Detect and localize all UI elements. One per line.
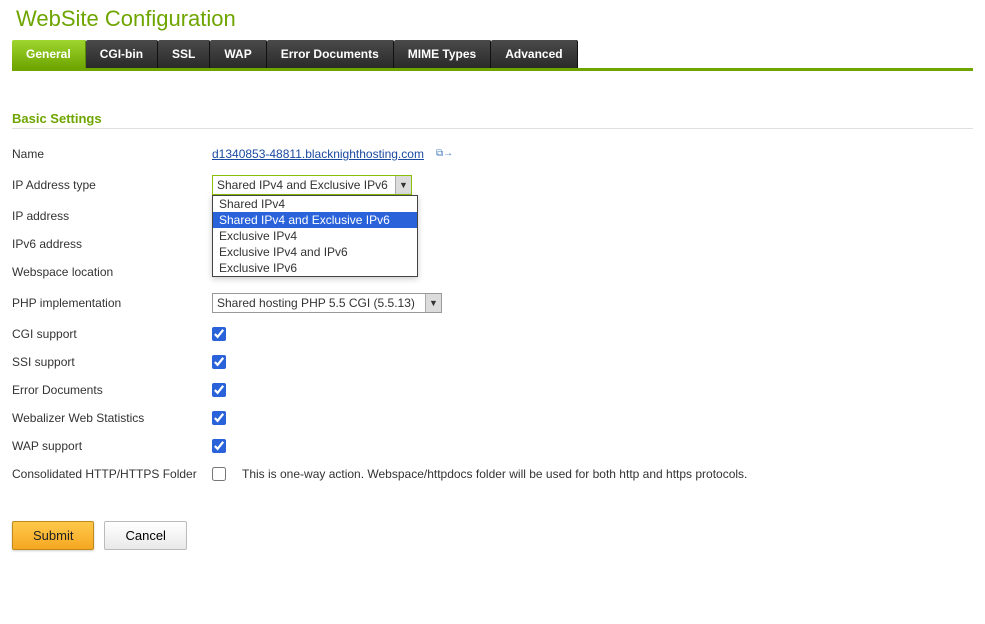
consolidated-note: This is one-way action. Webspace/httpdoc…	[242, 467, 747, 481]
label-php: PHP implementation	[12, 296, 212, 310]
chevron-down-icon: ▼	[395, 176, 411, 194]
ip-type-option[interactable]: Exclusive IPv6	[213, 260, 417, 276]
ip-type-selected: Shared IPv4 and Exclusive IPv6	[217, 178, 388, 192]
tabbar: General CGI-bin SSL WAP Error Documents …	[12, 40, 973, 71]
tab-mime-types[interactable]: MIME Types	[394, 40, 491, 68]
wap-checkbox[interactable]	[212, 439, 226, 453]
consolidated-checkbox[interactable]	[212, 467, 226, 481]
errdocs-checkbox[interactable]	[212, 383, 226, 397]
page-title: WebSite Configuration	[16, 6, 973, 32]
label-ip-type: IP Address type	[12, 178, 212, 192]
label-ipv6-address: IPv6 address	[12, 237, 212, 251]
cancel-button[interactable]: Cancel	[104, 521, 186, 550]
ip-type-dropdown: Shared IPv4 Shared IPv4 and Exclusive IP…	[212, 195, 418, 277]
section-title: Basic Settings	[12, 111, 973, 129]
label-name: Name	[12, 147, 212, 161]
tab-cgi-bin[interactable]: CGI-bin	[86, 40, 158, 68]
ip-type-option[interactable]: Exclusive IPv4 and IPv6	[213, 244, 417, 260]
cgi-checkbox[interactable]	[212, 327, 226, 341]
tab-general[interactable]: General	[12, 40, 86, 68]
ip-type-option[interactable]: Shared IPv4 and Exclusive IPv6	[213, 212, 417, 228]
tab-advanced[interactable]: Advanced	[491, 40, 577, 68]
chevron-down-icon: ▼	[425, 294, 441, 312]
label-webspace: Webspace location	[12, 265, 212, 279]
label-errdocs: Error Documents	[12, 383, 212, 397]
settings-form: Name d1340853-48811.blacknighthosting.co…	[12, 147, 973, 481]
ssi-checkbox[interactable]	[212, 355, 226, 369]
php-select[interactable]: Shared hosting PHP 5.5 CGI (5.5.13) ▼	[212, 293, 442, 313]
button-row: Submit Cancel	[12, 521, 973, 550]
label-wap: WAP support	[12, 439, 212, 453]
ip-type-option[interactable]: Exclusive IPv4	[213, 228, 417, 244]
label-webalizer: Webalizer Web Statistics	[12, 411, 212, 425]
external-link-icon: ⧉→	[436, 148, 453, 159]
label-ip-address: IP address	[12, 209, 212, 223]
label-cgi: CGI support	[12, 327, 212, 341]
label-ssi: SSI support	[12, 355, 212, 369]
site-name-link[interactable]: d1340853-48811.blacknighthosting.com	[212, 147, 424, 161]
php-selected: Shared hosting PHP 5.5 CGI (5.5.13)	[217, 296, 415, 310]
submit-button[interactable]: Submit	[12, 521, 94, 550]
webalizer-checkbox[interactable]	[212, 411, 226, 425]
tab-error-documents[interactable]: Error Documents	[267, 40, 394, 68]
tab-ssl[interactable]: SSL	[158, 40, 210, 68]
label-consolidated: Consolidated HTTP/HTTPS Folder	[12, 467, 212, 481]
ip-type-select[interactable]: Shared IPv4 and Exclusive IPv6 ▼	[212, 175, 412, 195]
ip-type-option[interactable]: Shared IPv4	[213, 196, 417, 212]
tab-wap[interactable]: WAP	[210, 40, 266, 68]
